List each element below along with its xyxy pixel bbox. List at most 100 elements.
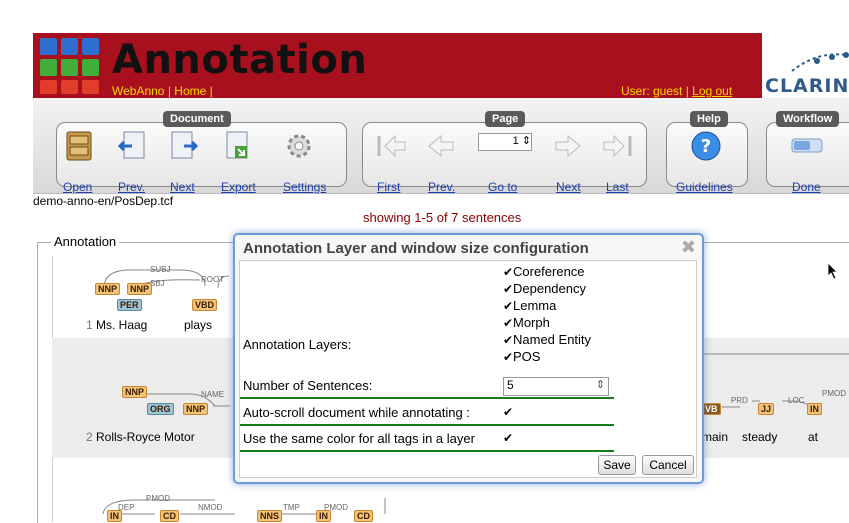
token[interactable]: main — [702, 430, 728, 444]
export-button[interactable]: Export — [221, 180, 256, 194]
layer-checkbox-pos[interactable]: ✔POS — [503, 349, 540, 364]
layer-label: Named Entity — [513, 332, 592, 347]
logo-square-icon — [40, 38, 57, 55]
arc-label: NAME — [201, 390, 225, 399]
last-page-button[interactable]: Last — [606, 180, 629, 194]
app-title: Annotation — [112, 37, 368, 83]
arc-label: PMOD — [146, 494, 170, 503]
layer-checkbox-morph[interactable]: ✔Morph — [503, 315, 550, 330]
first-page-button[interactable]: First — [377, 180, 400, 194]
document-group-label: Document — [163, 111, 231, 127]
guidelines-button[interactable]: Guidelines — [676, 180, 733, 194]
pos-tag[interactable]: NNP — [95, 283, 121, 295]
same-color-checkbox[interactable]: ✔ — [503, 430, 513, 445]
page-number-input[interactable]: 1 ⇕ — [478, 133, 532, 151]
sentence-number: 2 — [86, 430, 93, 444]
prev-page-button[interactable]: Prev. — [428, 180, 455, 194]
logo-square-icon — [82, 38, 99, 55]
number-of-sentences-label: Number of Sentences: — [243, 378, 373, 393]
close-icon[interactable]: ✖ — [681, 237, 696, 258]
pos-tag[interactable]: NNS — [257, 510, 283, 522]
next-document-icon[interactable] — [168, 130, 200, 162]
checkbox-check-icon: ✔ — [503, 405, 514, 419]
prev-page-icon[interactable] — [425, 130, 457, 162]
dependency-arcs — [102, 498, 386, 515]
sentence-number: 1 — [86, 318, 93, 332]
ne-tag[interactable]: ORG — [147, 403, 174, 415]
svg-text:?: ? — [701, 136, 711, 157]
pos-tag[interactable]: NNP — [127, 283, 153, 295]
pos-tag[interactable]: CD — [354, 510, 373, 522]
arc-label: TMP — [283, 503, 300, 512]
token[interactable]: steady — [742, 430, 777, 444]
logout-link[interactable]: Log out — [692, 84, 732, 98]
layer-checkbox-named-entity[interactable]: ✔Named Entity — [503, 332, 591, 347]
export-icon[interactable] — [221, 130, 253, 162]
arc-label: SBJ — [150, 279, 165, 288]
goto-page-button[interactable]: Go to — [488, 180, 517, 194]
next-page-button[interactable]: Next — [556, 180, 581, 194]
cancel-button[interactable]: Cancel — [642, 455, 694, 475]
arc-label: ROOT — [201, 275, 225, 284]
spinner-icon[interactable]: ⇕ — [596, 378, 605, 391]
settings-gear-icon[interactable] — [283, 130, 315, 162]
last-page-icon[interactable] — [602, 130, 634, 162]
token[interactable]: Ms. Haag — [96, 318, 147, 332]
row-separator — [240, 424, 614, 426]
annotation-panel-legend: Annotation — [51, 234, 120, 249]
layer-config-dialog: Annotation Layer and window size configu… — [233, 233, 704, 484]
row-separator — [240, 450, 614, 452]
progress-bar-icon[interactable] — [791, 130, 823, 162]
layer-checkbox-lemma[interactable]: ✔Lemma — [503, 298, 556, 313]
logo-square-icon — [40, 59, 57, 76]
open-file-cabinet-icon[interactable] — [63, 130, 95, 162]
done-button[interactable]: Done — [792, 180, 821, 194]
clarin-swoosh-icon — [791, 52, 849, 72]
page-group-label: Page — [485, 111, 526, 127]
arc-label: PRD — [731, 396, 748, 405]
save-button[interactable]: Save — [598, 455, 636, 475]
spinner-icon[interactable]: ⇕ — [522, 135, 531, 147]
help-question-icon[interactable]: ? — [690, 130, 722, 162]
token[interactable]: at — [808, 430, 818, 444]
pos-tag[interactable]: VBD — [192, 299, 218, 311]
token[interactable]: Rolls-Royce Motor — [96, 430, 195, 444]
autoscroll-checkbox[interactable]: ✔ — [503, 404, 513, 419]
arc-label: NMOD — [198, 503, 223, 512]
layer-checkbox-coreference[interactable]: ✔Coreference — [503, 264, 585, 279]
pos-tag[interactable]: NNP — [122, 386, 148, 398]
prev-document-button[interactable]: Prev. — [118, 180, 145, 194]
arc-label: SUBJ — [150, 265, 171, 274]
layer-checkbox-dependency[interactable]: ✔Dependency — [503, 281, 586, 296]
row-separator — [240, 397, 614, 399]
first-page-icon[interactable] — [375, 130, 407, 162]
open-button[interactable]: Open — [63, 180, 92, 194]
pos-tag[interactable]: NNP — [183, 403, 209, 415]
sentences-number-input[interactable]: 5 ⇕ — [503, 377, 609, 396]
pos-tag[interactable]: IN — [107, 510, 122, 522]
ne-tag[interactable]: PER — [117, 299, 142, 311]
clarin-logo: CLARIN-I — [762, 33, 849, 119]
home-link[interactable]: Home — [174, 84, 206, 98]
checkbox-check-icon: ✔ — [503, 350, 514, 364]
mouse-pointer-icon — [827, 262, 838, 280]
pos-tag[interactable]: IN — [807, 403, 822, 415]
layer-label: Lemma — [513, 298, 557, 313]
arc-label: LOC — [788, 396, 805, 405]
pos-tag[interactable]: CD — [160, 510, 179, 522]
pos-tag[interactable]: VB — [702, 403, 721, 415]
header-nav: WebAnno | Home | — [112, 84, 213, 98]
prev-document-icon[interactable] — [116, 130, 148, 162]
next-document-button[interactable]: Next — [170, 180, 195, 194]
pos-tag[interactable]: JJ — [758, 403, 775, 415]
pos-tag[interactable]: IN — [316, 510, 331, 522]
user-label: User: guest | — [621, 84, 693, 98]
checkbox-check-icon: ✔ — [503, 333, 514, 347]
arc-label: PMOD — [822, 389, 846, 398]
logo-square-icon — [61, 80, 78, 94]
token[interactable]: plays — [184, 318, 212, 332]
document-filename: demo-anno-en/PosDep.tcf — [33, 194, 174, 208]
settings-button[interactable]: Settings — [283, 180, 326, 194]
next-page-icon[interactable] — [552, 130, 584, 162]
webanno-link[interactable]: WebAnno — [112, 84, 164, 98]
